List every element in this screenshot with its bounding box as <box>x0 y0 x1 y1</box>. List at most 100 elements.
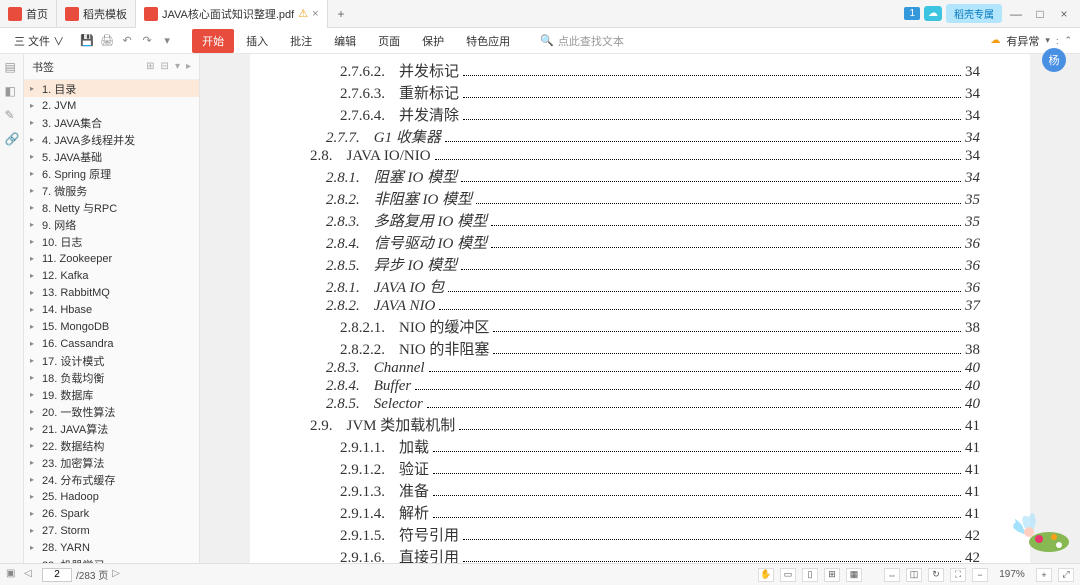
tab-home[interactable]: 首页 <box>0 0 57 28</box>
add-tab-button[interactable]: + <box>328 7 355 21</box>
collapse-all-icon[interactable]: ⊟ <box>161 61 169 72</box>
cloud-icon[interactable]: ☁ <box>924 6 942 21</box>
sidebar-item[interactable]: ▸29. 机器学习 <box>24 556 199 563</box>
sidebar-item[interactable]: ▸2. JVM <box>24 97 199 114</box>
sidebar-item[interactable]: ▸1. 目录 <box>24 80 199 97</box>
fit-width-icon[interactable]: ⇔ <box>884 568 900 582</box>
toc-entry[interactable]: 2.8.4.信号驱动 IO 模型36 <box>310 232 980 253</box>
toc-entry[interactable]: 2.8.3.Channel40 <box>310 360 980 377</box>
sidebar-item[interactable]: ▸4. JAVA多线程并发 <box>24 131 199 148</box>
abnormal-label[interactable]: 有异常 <box>1006 33 1039 49</box>
maximize-icon[interactable]: □ <box>1030 7 1050 21</box>
menu-page[interactable]: 页面 <box>368 29 410 53</box>
toc-toggle-icon[interactable]: ▣ <box>6 568 20 582</box>
menu-comment[interactable]: 批注 <box>280 29 322 53</box>
sidebar-item[interactable]: ▸5. JAVA基础 <box>24 148 199 165</box>
tab-document[interactable]: JAVA核心面试知识整理.pdf ⚠ × <box>136 0 328 28</box>
close-window-icon[interactable]: × <box>1054 7 1074 21</box>
sidebar-item[interactable]: ▸24. 分布式缓存 <box>24 471 199 488</box>
toc-entry[interactable]: 2.7.6.2.并发标记34 <box>310 60 980 81</box>
sidebar-item[interactable]: ▸26. Spark <box>24 505 199 522</box>
toc-entry[interactable]: 2.8.3.多路复用 IO 模型35 <box>310 210 980 231</box>
sidebar-item[interactable]: ▸16. Cassandra <box>24 335 199 352</box>
tab-templates[interactable]: 稻壳模板 <box>57 0 136 28</box>
notification-badge[interactable]: 1 <box>904 7 920 20</box>
sidebar-more-icon[interactable]: ▾ <box>175 61 180 72</box>
chevron-down-icon[interactable]: ▾ <box>1045 35 1050 46</box>
sidebar-item[interactable]: ▸10. 日志 <box>24 233 199 250</box>
sidebar-item[interactable]: ▸6. Spring 原理 <box>24 165 199 182</box>
view-facing-icon[interactable]: ⊞ <box>824 568 840 582</box>
rotate-icon[interactable]: ↻ <box>928 568 944 582</box>
menu-protect[interactable]: 保护 <box>412 29 454 53</box>
thumbnail-icon[interactable]: ◧ <box>5 84 19 98</box>
sidebar-pin-icon[interactable]: ▸ <box>186 61 191 72</box>
sidebar-item[interactable]: ▸3. JAVA集合 <box>24 114 199 131</box>
sidebar-item[interactable]: ▸28. YARN <box>24 539 199 556</box>
toc-entry[interactable]: 2.8.5.异步 IO 模型36 <box>310 254 980 275</box>
sidebar-item[interactable]: ▸12. Kafka <box>24 267 199 284</box>
toc-entry[interactable]: 2.8.1.阻塞 IO 模型34 <box>310 166 980 187</box>
promo-label[interactable]: 稻壳专属 <box>946 4 1002 23</box>
fit-page-icon[interactable]: ◫ <box>906 568 922 582</box>
attachment-icon[interactable]: ✎ <box>5 108 19 122</box>
minimize-icon[interactable]: — <box>1006 7 1026 21</box>
file-menu[interactable]: 三 文件 ∨ <box>6 33 72 49</box>
next-page-icon[interactable]: ▷ <box>112 568 126 582</box>
zoom-in-icon[interactable]: + <box>1036 568 1052 582</box>
prev-page-icon[interactable]: ◁ <box>24 568 38 582</box>
dropdown-icon[interactable]: ▾ <box>160 34 174 48</box>
bookmark-icon[interactable]: ▤ <box>5 60 19 74</box>
toc-entry[interactable]: 2.8.1.JAVA IO 包36 <box>310 276 980 297</box>
toc-entry[interactable]: 2.7.6.3.重新标记34 <box>310 82 980 103</box>
toc-entry[interactable]: 2.8.2.2.NIO 的非阻塞38 <box>310 338 980 359</box>
toc-entry[interactable]: 2.8.2.非阻塞 IO 模型35 <box>310 188 980 209</box>
sidebar-item[interactable]: ▸9. 网络 <box>24 216 199 233</box>
hand-tool-icon[interactable]: ✋ <box>758 568 774 582</box>
toc-entry[interactable]: 2.9.1.1.加载41 <box>310 436 980 457</box>
menu-insert[interactable]: 插入 <box>236 29 278 53</box>
fullscreen-icon[interactable]: ⛶ <box>950 568 966 582</box>
sidebar-item[interactable]: ▸23. 加密算法 <box>24 454 199 471</box>
expand-all-icon[interactable]: ⊞ <box>146 61 154 72</box>
toc-entry[interactable]: 2.9.1.3.准备41 <box>310 480 980 501</box>
sidebar-item[interactable]: ▸11. Zookeeper <box>24 250 199 267</box>
toc-entry[interactable]: 2.8.2.JAVA NIO37 <box>310 298 980 315</box>
save-icon[interactable]: 💾 <box>80 34 94 48</box>
toc-entry[interactable]: 2.9.JVM 类加载机制41 <box>310 414 980 435</box>
view-single-icon[interactable]: ▭ <box>780 568 796 582</box>
sidebar-item[interactable]: ▸18. 负载均衡 <box>24 369 199 386</box>
sidebar-item[interactable]: ▸21. JAVA算法 <box>24 420 199 437</box>
link-icon[interactable]: 🔗 <box>5 132 19 146</box>
toc-entry[interactable]: 2.9.1.4.解析41 <box>310 502 980 523</box>
sidebar-item[interactable]: ▸17. 设计模式 <box>24 352 199 369</box>
sidebar-item[interactable]: ▸13. RabbitMQ <box>24 284 199 301</box>
toc-entry[interactable]: 2.7.6.4.并发清除34 <box>310 104 980 125</box>
zoom-out-icon[interactable]: − <box>972 568 988 582</box>
toc-entry[interactable]: 2.9.1.6.直接引用42 <box>310 546 980 563</box>
sidebar-item[interactable]: ▸25. Hadoop <box>24 488 199 505</box>
collapse-icon[interactable]: ⌃ <box>1064 35 1072 46</box>
view-book-icon[interactable]: ▦ <box>846 568 862 582</box>
toc-entry[interactable]: 2.9.1.2.验证41 <box>310 458 980 479</box>
redo-icon[interactable]: ↷ <box>140 34 154 48</box>
sidebar-item[interactable]: ▸19. 数据库 <box>24 386 199 403</box>
page-input[interactable] <box>42 568 72 582</box>
toc-entry[interactable]: 2.8.JAVA IO/NIO34 <box>310 148 980 165</box>
expand-icon[interactable]: ⤢ <box>1058 568 1074 582</box>
sidebar-item[interactable]: ▸14. Hbase <box>24 301 199 318</box>
more-icon[interactable]: : <box>1056 36 1059 46</box>
toc-entry[interactable]: 2.9.1.5.符号引用42 <box>310 524 980 545</box>
sidebar-item[interactable]: ▸20. 一致性算法 <box>24 403 199 420</box>
search-hint[interactable]: 🔍 点此查找文本 <box>540 33 624 49</box>
toc-entry[interactable]: 2.8.4.Buffer40 <box>310 378 980 395</box>
menu-start[interactable]: 开始 <box>192 29 234 53</box>
document-area[interactable]: 2.7.6.2.并发标记342.7.6.3.重新标记342.7.6.4.并发清除… <box>200 54 1080 563</box>
sidebar-item[interactable]: ▸27. Storm <box>24 522 199 539</box>
menu-special[interactable]: 特色应用 <box>456 29 520 53</box>
sidebar-item[interactable]: ▸15. MongoDB <box>24 318 199 335</box>
close-icon[interactable]: × <box>312 8 318 20</box>
undo-icon[interactable]: ↶ <box>120 34 134 48</box>
toc-entry[interactable]: 2.7.7.G1 收集器34 <box>310 126 980 147</box>
print-icon[interactable]: 🖨 <box>100 34 114 48</box>
